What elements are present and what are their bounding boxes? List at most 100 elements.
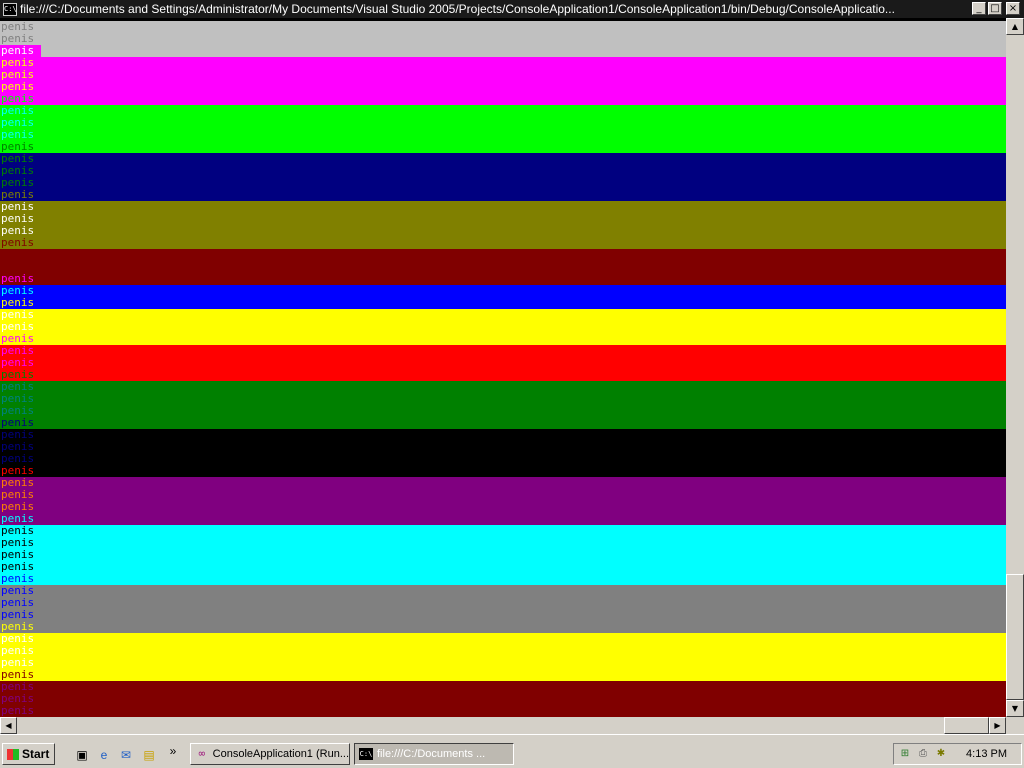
console-line: penis (0, 273, 41, 285)
console-line: penis (0, 93, 41, 105)
printer-icon[interactable]: ⎙ (916, 747, 930, 761)
scroll-right-button[interactable]: ▶ (989, 717, 1006, 734)
console-output[interactable]: penis penis penis penis penis penis penis penis… (0, 18, 1006, 717)
console-icon: C:\ (359, 748, 373, 760)
console-line: penis (0, 573, 41, 585)
console-line: penis (0, 249, 41, 261)
console-line: penis (0, 21, 41, 33)
scroll-left-button[interactable]: ◀ (0, 717, 17, 734)
console-line: penis (0, 297, 41, 309)
console-line: penis (0, 45, 41, 57)
scroll-down-button[interactable]: ▼ (1006, 700, 1024, 717)
console-line: penis (0, 345, 41, 357)
console-line: penis (0, 357, 41, 369)
console-color-band (0, 525, 1006, 585)
console-line: penis (0, 417, 41, 429)
taskbar: Start ▣ e ✉ ▤ » ∞ ConsoleApplication1 (R… (0, 734, 1024, 768)
console-color-band (0, 681, 1006, 717)
start-label: Start (22, 747, 50, 761)
console-line: penis (0, 213, 41, 225)
console-color-band (0, 633, 1006, 681)
clock[interactable]: 4:13 PM (966, 748, 1007, 760)
close-button[interactable]: × (1006, 2, 1020, 15)
title-bar[interactable]: C:\ file:///C:/Documents and Settings/Ad… (0, 0, 1024, 18)
windows-explorer-icon[interactable]: ▤ (141, 747, 157, 763)
console-line: penis (0, 285, 41, 297)
task-label: file:///C:/Documents ... (377, 748, 486, 760)
console-line: penis (0, 261, 41, 273)
scrollbar-corner (1006, 717, 1024, 734)
console-line: penis (0, 225, 41, 237)
windows-logo-icon (7, 748, 19, 760)
console-line: penis (0, 201, 41, 213)
window-title: file:///C:/Documents and Settings/Admini… (20, 2, 895, 16)
console-line: penis (0, 513, 41, 525)
vertical-scrollbar[interactable]: ▲ ▼ (1006, 18, 1024, 717)
show-desktop-icon[interactable]: ▣ (74, 747, 90, 763)
console-line: penis (0, 489, 41, 501)
console-line: penis (0, 585, 41, 597)
maximize-button[interactable]: □ (988, 2, 1002, 15)
visual-studio-icon: ∞ (198, 747, 206, 760)
minimize-button[interactable]: _ (972, 2, 986, 15)
bug-icon[interactable]: ✱ (934, 747, 948, 761)
console-line: penis (0, 405, 41, 417)
console-line: penis (0, 117, 41, 129)
network-icon[interactable]: ⊞ (898, 747, 912, 761)
task-label: ConsoleApplication1 (Run... (212, 748, 349, 760)
console-line: penis (0, 561, 41, 573)
console-line: penis (0, 369, 41, 381)
console-line: penis (0, 465, 41, 477)
console-color-band (0, 585, 1006, 633)
console-line: penis (0, 681, 41, 693)
system-tray: ⊞ ⎙ ✱ 4:13 PM (893, 743, 1022, 765)
console-line: penis (0, 57, 41, 69)
console-color-band (0, 381, 1006, 429)
console-color-band (0, 105, 1006, 153)
task-console[interactable]: C:\ file:///C:/Documents ... (354, 743, 514, 765)
console-line: penis (0, 381, 41, 393)
console-line: penis (0, 525, 41, 537)
more-quick-launch-button[interactable]: » (165, 743, 181, 759)
scroll-up-button[interactable]: ▲ (1006, 18, 1024, 35)
console-line: penis (0, 693, 41, 705)
console-line: penis (0, 237, 41, 249)
console-color-band (0, 249, 1006, 285)
console-line: penis (0, 321, 41, 333)
internet-explorer-icon[interactable]: e (96, 747, 112, 763)
console-line: penis (0, 129, 41, 141)
console-line: penis (0, 177, 41, 189)
console-line: penis (0, 141, 41, 153)
console-color-band (0, 345, 1006, 381)
console-icon[interactable]: C:\ (3, 2, 17, 16)
console-line: penis (0, 621, 41, 633)
console-line: penis (0, 441, 41, 453)
console-line: penis (0, 309, 41, 321)
console-line: penis (0, 153, 41, 165)
task-visual-studio[interactable]: ∞ ConsoleApplication1 (Run... (190, 743, 350, 765)
vertical-scroll-thumb[interactable] (1006, 574, 1024, 700)
console-line: penis (0, 477, 41, 489)
console-line: penis (0, 645, 41, 657)
horizontal-scroll-thumb[interactable] (944, 717, 989, 734)
console-line: penis (0, 609, 41, 621)
horizontal-scrollbar[interactable]: ◀ ▶ (0, 717, 1006, 734)
console-line: penis (0, 705, 41, 717)
console-line: penis (0, 105, 41, 117)
start-button[interactable]: Start (2, 743, 55, 765)
console-line: penis (0, 657, 41, 669)
console-line: penis (0, 69, 41, 81)
console-line: penis (0, 597, 41, 609)
console-line: penis (0, 549, 41, 561)
console-line: penis (0, 537, 41, 549)
outlook-icon[interactable]: ✉ (118, 747, 134, 763)
console-line: penis (0, 633, 41, 645)
console-line: penis (0, 81, 41, 93)
console-window[interactable]: C:\ file:///C:/Documents and Settings/Ad… (0, 0, 1024, 734)
console-line: penis (0, 333, 41, 345)
console-color-band (0, 309, 1006, 345)
console-color-band (0, 477, 1006, 525)
console-color-band (0, 153, 1006, 201)
console-line: penis (0, 189, 41, 201)
console-color-band (0, 201, 1006, 249)
